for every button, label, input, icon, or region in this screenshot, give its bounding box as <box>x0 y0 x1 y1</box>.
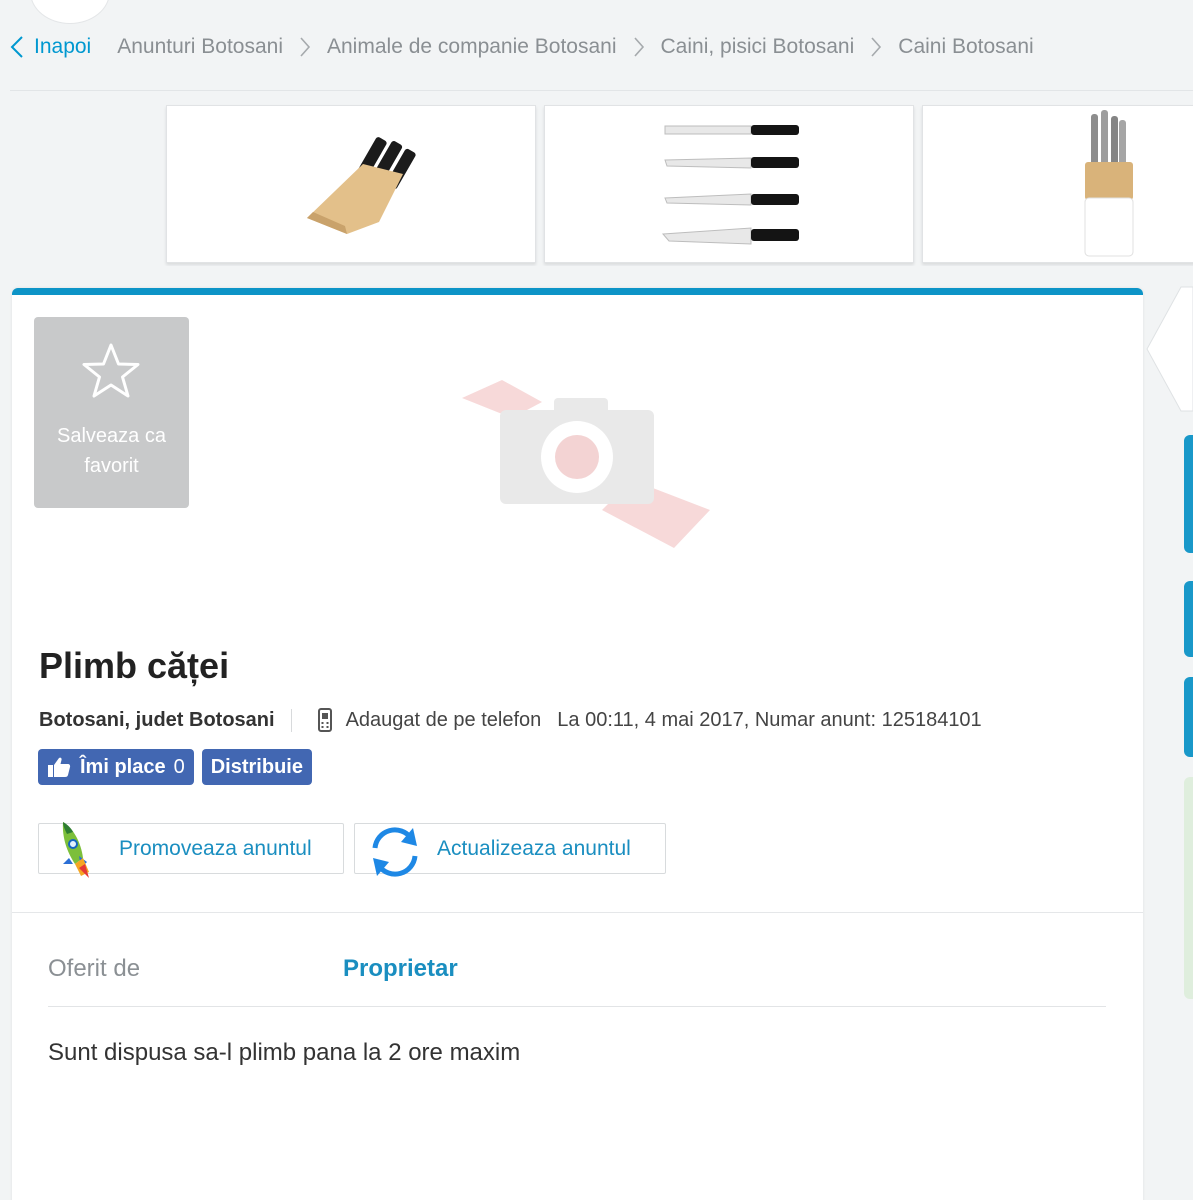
sidebar-tab[interactable] <box>1184 677 1193 757</box>
ad-tile[interactable] <box>166 105 536 263</box>
chevron-right-icon <box>299 36 311 58</box>
chevron-left-icon <box>10 36 23 58</box>
social-buttons: Îmi place 0 Distribuie <box>38 749 320 785</box>
back-link[interactable]: Inapoi <box>10 35 91 59</box>
added-from-label: Adaugat de pe telefon <box>345 708 542 731</box>
mobile-phone-icon <box>317 708 332 732</box>
like-count: 0 <box>173 755 185 778</box>
sidebar-tab[interactable] <box>1184 777 1193 999</box>
offered-by-value[interactable]: Proprietar <box>343 955 458 983</box>
chevron-right-icon <box>633 36 645 58</box>
promote-ad-label: Promoveaza anuntul <box>119 837 312 860</box>
site-logo[interactable] <box>30 0 110 24</box>
right-sidebar-edge <box>1143 285 1193 1200</box>
promote-ad-button[interactable]: Promoveaza anuntul <box>38 822 344 878</box>
offered-by-label: Oferit de <box>48 955 141 982</box>
facebook-share-button[interactable]: Distribuie <box>201 749 312 785</box>
save-favorite-button[interactable]: Salveaza ca favorit <box>34 317 189 508</box>
knife-block-wooden-icon <box>307 137 416 234</box>
knife-set-icon <box>661 125 799 245</box>
refresh-icon <box>372 827 418 877</box>
section-divider <box>12 912 1143 913</box>
listing-title: Plimb căței <box>39 645 230 686</box>
chevron-tab-icon[interactable] <box>1143 285 1193 415</box>
refresh-ad-label: Actualizeaza anuntul <box>437 837 631 860</box>
rocket-icon <box>62 822 89 878</box>
listing-date-and-id: La 00:11, 4 mai 2017, Numar anunt: 12518… <box>557 708 982 731</box>
breadcrumb-item-ads[interactable]: Anunturi Botosani <box>117 35 283 59</box>
facebook-like-button[interactable]: Îmi place 0 <box>38 749 194 785</box>
share-label: Distribuie <box>210 755 303 778</box>
thumbs-up-icon <box>48 757 71 777</box>
refresh-ad-button[interactable]: Actualizeaza anuntul <box>354 823 666 877</box>
ad-banner-strip <box>160 100 1193 266</box>
breadcrumb-item-pets[interactable]: Animale de companie Botosani <box>327 35 617 59</box>
listing-card: Salveaza ca favorit Plimb căței Botosani… <box>12 288 1143 1200</box>
breadcrumb-divider <box>10 90 1193 91</box>
sidebar-tab[interactable] <box>1184 581 1193 657</box>
star-icon <box>82 343 140 398</box>
listing-description: Sunt dispusa sa-l plimb pana la 2 ore ma… <box>48 1039 521 1066</box>
ad-tile[interactable] <box>544 105 914 263</box>
ad-tile[interactable] <box>922 105 1193 263</box>
save-favorite-label: Salveaza ca favorit <box>57 425 166 477</box>
sidebar-tab[interactable] <box>1184 435 1193 553</box>
breadcrumb-item-dogs[interactable]: Caini Botosani <box>898 35 1033 59</box>
no-photo-placeholder-icon <box>462 380 710 548</box>
offered-by-row: Oferit de Proprietar <box>48 955 1106 1007</box>
chevron-right-icon <box>870 36 882 58</box>
added-from-phone: Adaugat de pe telefon <box>317 708 542 732</box>
breadcrumb-item-dogs-cats[interactable]: Caini, pisici Botosani <box>661 35 855 59</box>
knife-block-white-icon <box>1084 110 1134 257</box>
listing-location: Botosani, judet Botosani <box>39 708 292 732</box>
back-label: Inapoi <box>34 35 92 58</box>
like-label: Îmi place <box>80 755 166 778</box>
listing-meta: Botosani, judet Botosani Adaugat de pe t… <box>39 703 982 737</box>
breadcrumb: Inapoi Anunturi Botosani Animale de comp… <box>10 28 1034 66</box>
